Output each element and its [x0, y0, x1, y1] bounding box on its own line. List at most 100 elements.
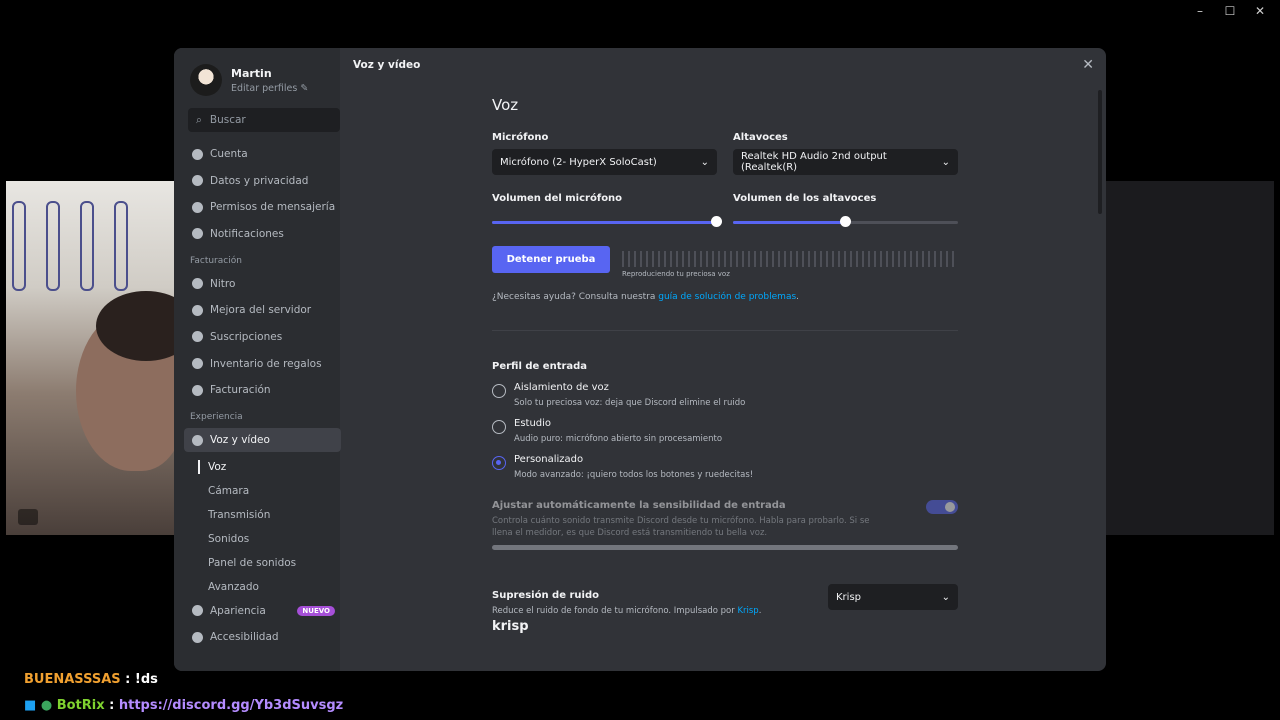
subnav-sounds[interactable]: Sonidos: [184, 527, 332, 551]
webcam-feed: [6, 181, 186, 535]
edit-profiles-label: Editar perfiles: [231, 82, 298, 94]
slider-handle[interactable]: [839, 216, 851, 227]
mic-volume-slider[interactable]: [492, 216, 722, 227]
pencil-icon: ✎: [300, 82, 309, 94]
chevron-down-icon: ⌄: [941, 591, 950, 603]
palette-icon: [192, 605, 203, 617]
nav-item-billing[interactable]: Facturación: [184, 378, 341, 402]
nav-label: Facturación: [210, 384, 271, 397]
nav-label: Cuenta: [210, 148, 248, 160]
nav-label: Datos y privacidad: [210, 174, 309, 187]
scrollbar[interactable]: [1098, 90, 1102, 214]
section-experience: Experiencia: [190, 412, 243, 423]
search-input[interactable]: ⌕ Buscar: [188, 108, 340, 132]
minimize-icon[interactable]: –: [1194, 4, 1206, 18]
background-panel: [1106, 181, 1274, 535]
slider-handle[interactable]: [711, 216, 722, 227]
settings-sidebar: Martin Editar perfiles ✎ ⌕ Buscar Cuenta…: [174, 48, 341, 671]
hanger-shape: [114, 201, 128, 291]
shield-icon: [192, 175, 203, 187]
help-prefix: ¿Necesitas ayuda? Consulta nuestra: [492, 292, 659, 302]
chat-link[interactable]: https://discord.gg/Yb3dSuvsgz: [119, 698, 343, 713]
refresh-icon: [192, 331, 203, 343]
auto-sensitivity-title: Ajustar automáticamente la sensibilidad …: [492, 500, 786, 511]
speaker-label: Altavoces: [733, 132, 788, 143]
chevron-down-icon: ⌄: [941, 156, 950, 168]
nav-item-notifications[interactable]: Notificaciones: [184, 222, 341, 246]
chat-icon: [192, 201, 203, 213]
noise-suppression-select[interactable]: Krisp ⌄: [828, 584, 958, 610]
slider-fill: [492, 221, 717, 224]
microphone-icon: [192, 434, 203, 446]
nav-item-account[interactable]: Cuenta: [184, 142, 341, 166]
nitro-icon: [192, 278, 203, 290]
card-icon: [192, 384, 203, 396]
auto-sensitivity-toggle[interactable]: [926, 500, 958, 514]
radio-desc: Solo tu preciosa voz: deja que Discord e…: [514, 398, 746, 408]
edit-profiles-link[interactable]: Editar perfiles ✎: [231, 83, 308, 94]
krisp-logo: krisp: [492, 619, 529, 634]
krisp-link[interactable]: Krisp: [737, 606, 758, 616]
nav-label: Mejora del servidor: [210, 304, 312, 317]
subnav-soundboard[interactable]: Panel de sonidos: [184, 551, 332, 575]
subnav-advanced[interactable]: Avanzado: [184, 575, 332, 599]
help-suffix: .: [796, 292, 800, 302]
profile-name: Martin: [231, 66, 272, 80]
verified-icon: ●: [40, 698, 53, 713]
nav-item-server-boost[interactable]: Mejora del servidor: [184, 298, 341, 322]
speaker-value: Realtek HD Audio 2nd output (Realtek(R): [741, 151, 887, 173]
slider-fill: [733, 221, 846, 224]
nav-label: Apariencia: [210, 604, 266, 617]
nav-label: Accesibilidad: [210, 631, 279, 644]
nav-label: Voz y vídeo: [210, 434, 270, 447]
troubleshooting-link[interactable]: guía de solución de problemas: [658, 292, 796, 302]
search-placeholder: Buscar: [209, 114, 246, 126]
nav-item-messaging[interactable]: Permisos de mensajería: [184, 195, 341, 219]
boost-icon: [192, 304, 203, 316]
section-billing: Facturación: [190, 255, 242, 266]
search-icon: ⌕: [196, 113, 202, 126]
nav-item-gift-inventory[interactable]: Inventario de regalos: [184, 352, 341, 376]
radio-title: Personalizado: [514, 454, 584, 465]
close-window-icon[interactable]: ✕: [1254, 4, 1266, 18]
nav-label: Notificaciones: [210, 227, 284, 240]
close-icon[interactable]: ✕: [1082, 57, 1094, 73]
chat-sep: :: [104, 698, 119, 713]
accessibility-icon: [192, 631, 203, 643]
subnav-camera[interactable]: Cámara: [184, 479, 332, 503]
nav-item-privacy[interactable]: Datos y privacidad: [184, 169, 341, 193]
nav-item-appearance[interactable]: Apariencia NUEVO: [184, 599, 341, 623]
chat-message: !ds: [134, 672, 158, 687]
maximize-icon[interactable]: ☐: [1224, 4, 1236, 18]
avatar[interactable]: [190, 64, 222, 96]
nav-item-accessibility[interactable]: Accesibilidad: [184, 625, 341, 649]
radio-title: Estudio: [514, 418, 552, 429]
subnav-streaming[interactable]: Transmisión: [184, 503, 332, 527]
nav-item-voice-video[interactable]: Voz y vídeo: [184, 428, 341, 453]
mic-volume-label: Volumen del micrófono: [492, 193, 623, 204]
voice-settings: Voz Micrófono Micrófono (2- HyperX SoloC…: [492, 96, 958, 634]
noise-desc-prefix: Reduce el ruido de fondo de tu micrófono…: [492, 606, 738, 616]
chat-user: BUENASSSAS: [24, 672, 121, 687]
person-hair: [96, 291, 186, 361]
nav-label: Permisos de mensajería: [210, 201, 336, 214]
mic-select[interactable]: Micrófono (2- HyperX SoloCast) ⌄: [492, 149, 717, 175]
gift-icon: [192, 358, 203, 370]
radio-custom[interactable]: Personalizado Modo avanzado: ¡quiero todo…: [492, 454, 958, 480]
radio-circle[interactable]: [492, 420, 506, 434]
subnav-voice[interactable]: Voz: [184, 455, 332, 479]
help-text: ¿Necesitas ayuda? Consulta nuestra guía …: [492, 292, 958, 302]
radio-circle[interactable]: [492, 384, 506, 398]
speaker-volume-slider[interactable]: [733, 216, 958, 227]
radio-studio[interactable]: Estudio Audio puro: micrófono abierto sin…: [492, 418, 958, 444]
stop-test-button[interactable]: Detener prueba: [492, 246, 610, 273]
chat-line-1: BUENASSSAS : !ds: [24, 672, 158, 687]
radio-desc: Modo avanzado: ¡quiero todos los botones…: [514, 470, 754, 480]
nav-item-nitro[interactable]: Nitro: [184, 272, 341, 296]
speaker-select[interactable]: Realtek HD Audio 2nd output (Realtek(R) ⌄: [733, 149, 958, 175]
nav-label: Suscripciones: [210, 330, 283, 343]
profile-block[interactable]: Martin Editar perfiles ✎: [190, 64, 332, 96]
nav-item-subscriptions[interactable]: Suscripciones: [184, 325, 341, 349]
radio-voice-isolation[interactable]: Aislamiento de voz Solo tu preciosa voz: …: [492, 382, 958, 408]
radio-circle-selected[interactable]: [492, 456, 506, 470]
